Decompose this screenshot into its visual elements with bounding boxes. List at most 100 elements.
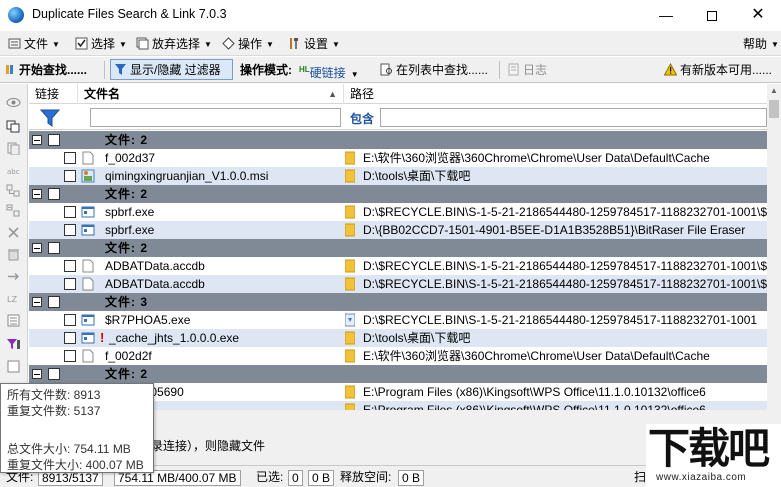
msi-installer-icon — [81, 169, 95, 183]
list-icon[interactable] — [6, 314, 21, 327]
file-row[interactable]: spbrf.exe D:\$RECYCLE.BIN\S-1-5-21-21865… — [29, 203, 767, 221]
status-selected-count: 0 — [288, 470, 303, 486]
menu-help[interactable]: 帮助 ▼ — [743, 35, 779, 53]
filter-funnel-icon — [115, 64, 126, 75]
file-checkbox[interactable] — [64, 224, 76, 236]
file-row[interactable]: f_002d37 E:\软件\360浏览器\360Chrome\Chrome\U… — [29, 149, 767, 167]
column-link[interactable]: 链接 — [29, 84, 78, 104]
warning-icon — [664, 63, 677, 76]
file-row[interactable]: $R7PHOA5.exe D:\$RECYCLE.BIN\S-1-5-21-21… — [29, 311, 767, 329]
tree-expand-icon[interactable] — [6, 184, 21, 197]
filename-filter-input[interactable] — [90, 108, 341, 127]
copy-icon[interactable] — [6, 120, 21, 133]
exe-icon — [81, 224, 95, 236]
menu-settings[interactable]: 设置 ▼ — [288, 35, 340, 53]
collapse-toggle[interactable] — [32, 297, 42, 307]
group-checkbox[interactable] — [48, 368, 60, 380]
file-path: D:\tools\桌面\下载吧 — [363, 331, 471, 345]
file-checkbox[interactable] — [64, 206, 76, 218]
path-filter-input[interactable] — [380, 108, 767, 127]
svg-text:abc: abc — [7, 168, 20, 176]
file-path: E:\Program Files (x86)\Kingsoft\WPS Offi… — [363, 403, 706, 410]
group-checkbox[interactable] — [48, 188, 60, 200]
chevron-down-icon: ▼ — [266, 40, 274, 49]
duplicate-icon[interactable] — [6, 142, 21, 155]
group-header[interactable]: 文件: 2 — [29, 185, 767, 203]
maximize-icon — [707, 11, 717, 22]
file-row[interactable]: ! _cache_jhts_1.0.0.0.exe D:\tools\桌面\下载… — [29, 329, 767, 347]
tree-collapse-icon[interactable] — [6, 204, 21, 217]
file-checkbox[interactable] — [64, 350, 76, 362]
collapse-toggle[interactable] — [32, 369, 42, 379]
column-path[interactable]: 路径 — [344, 84, 767, 104]
filter-purple-icon[interactable] — [6, 338, 21, 351]
file-name: qimingxingruanjian_V1.0.0.msi — [105, 169, 269, 183]
file-path: E:\Program Files (x86)\Kingsoft\WPS Offi… — [363, 385, 706, 399]
maximize-button[interactable] — [689, 0, 735, 30]
menu-operate[interactable]: 操作 ▼ — [222, 35, 274, 53]
chevron-down-icon: ▼ — [119, 40, 127, 49]
group-checkbox[interactable] — [48, 134, 60, 146]
group-header[interactable]: 文件: 2 — [29, 131, 767, 149]
scroll-up-icon[interactable]: ▲ — [767, 84, 781, 98]
menu-deselect[interactable]: 放弃选择 ▼ — [136, 35, 212, 53]
collapse-toggle[interactable] — [32, 135, 42, 145]
find-in-list-button[interactable]: 在列表中查找...... — [380, 60, 488, 80]
recycle-icon[interactable] — [6, 248, 21, 261]
file-checkbox[interactable] — [64, 332, 76, 344]
sort-abc-icon[interactable]: abc — [6, 164, 21, 177]
recycle-bin-icon — [345, 313, 355, 327]
file-row[interactable]: ADBATData.accdb D:\$RECYCLE.BIN\S-1-5-21… — [29, 275, 767, 293]
eye-icon[interactable] — [6, 96, 21, 109]
chevron-down-icon: ▼ — [52, 40, 60, 49]
menu-select[interactable]: 选择 ▼ — [75, 35, 127, 53]
duplicate-file-list: 文件: 2 f_002d37 E:\软件\360浏览器\360Chrome\Ch… — [29, 131, 767, 410]
minimize-button[interactable]: — — [643, 0, 689, 30]
file-row[interactable]: qimingxingruanjian_V1.0.0.msi D:\tools\桌… — [29, 167, 767, 185]
file-row[interactable]: spbrf.exe D:\{BB02CCD7-1501-4901-B5EE-D1… — [29, 221, 767, 239]
toggle-filter-button[interactable]: 显示/隐藏 过滤器 — [110, 59, 233, 80]
menu-deselect-label: 放弃选择 — [152, 37, 201, 51]
contains-label: 包含 — [350, 112, 375, 126]
file-checkbox[interactable] — [64, 152, 76, 164]
log-button[interactable]: 日志 — [507, 60, 547, 80]
vertical-scrollbar[interactable]: ▲ — [767, 84, 781, 410]
sort-asc-icon: ▲ — [328, 89, 337, 99]
file-row[interactable]: ADBATData.accdb D:\$RECYCLE.BIN\S-1-5-21… — [29, 257, 767, 275]
group-header[interactable]: 文件: 3 — [29, 293, 767, 311]
status-selected-size: 0 B — [308, 470, 335, 486]
close-button[interactable]: ✕ — [735, 0, 781, 30]
file-row[interactable]: f_002d2f E:\软件\360浏览器\360Chrome\Chrome\U… — [29, 347, 767, 365]
file-name: spbrf.exe — [105, 223, 155, 237]
file-name: f_002d2f — [105, 349, 152, 363]
scroll-thumb[interactable] — [769, 100, 779, 118]
group-header[interactable]: 文件: 2 — [29, 365, 767, 383]
start-search-label: 开始查找...... — [19, 63, 88, 77]
new-version-button[interactable]: 有新版本可用...... — [664, 60, 772, 80]
compress-lz-icon[interactable]: LZ — [6, 292, 21, 305]
tooltip-dup-files: 重复文件数: 5137 — [7, 404, 101, 418]
blank-file-icon — [82, 277, 94, 291]
file-path: D:\$RECYCLE.BIN\S-1-5-21-2186544480-1259… — [363, 205, 767, 219]
start-search-button[interactable]: 开始查找...... — [5, 60, 87, 80]
file-checkbox[interactable] — [64, 314, 76, 326]
delete-x-icon[interactable] — [6, 226, 21, 239]
status-free-value: 0 B — [398, 470, 425, 486]
column-filename[interactable]: 文件名 ▲ — [78, 84, 344, 104]
menu-file[interactable]: 文件 ▼ — [8, 35, 60, 53]
file-checkbox[interactable] — [64, 278, 76, 290]
filter-funnel-icon[interactable] — [40, 108, 60, 128]
tooltip-total-size: 总文件大小: 754.11 MB — [7, 442, 131, 456]
file-checkbox[interactable] — [64, 170, 76, 182]
op-mode-dropdown[interactable]: HL硬链接 ▼ — [299, 60, 359, 80]
collapse-toggle[interactable] — [32, 243, 42, 253]
collapse-toggle[interactable] — [32, 189, 42, 199]
file-checkbox[interactable] — [64, 260, 76, 272]
group-checkbox[interactable] — [48, 296, 60, 308]
move-icon[interactable] — [6, 270, 21, 283]
group-header[interactable]: 文件: 2 — [29, 239, 767, 257]
new-version-label: 有新版本可用...... — [680, 63, 773, 77]
stats-icon[interactable] — [6, 360, 21, 373]
blank-file-icon — [82, 151, 94, 165]
group-checkbox[interactable] — [48, 242, 60, 254]
